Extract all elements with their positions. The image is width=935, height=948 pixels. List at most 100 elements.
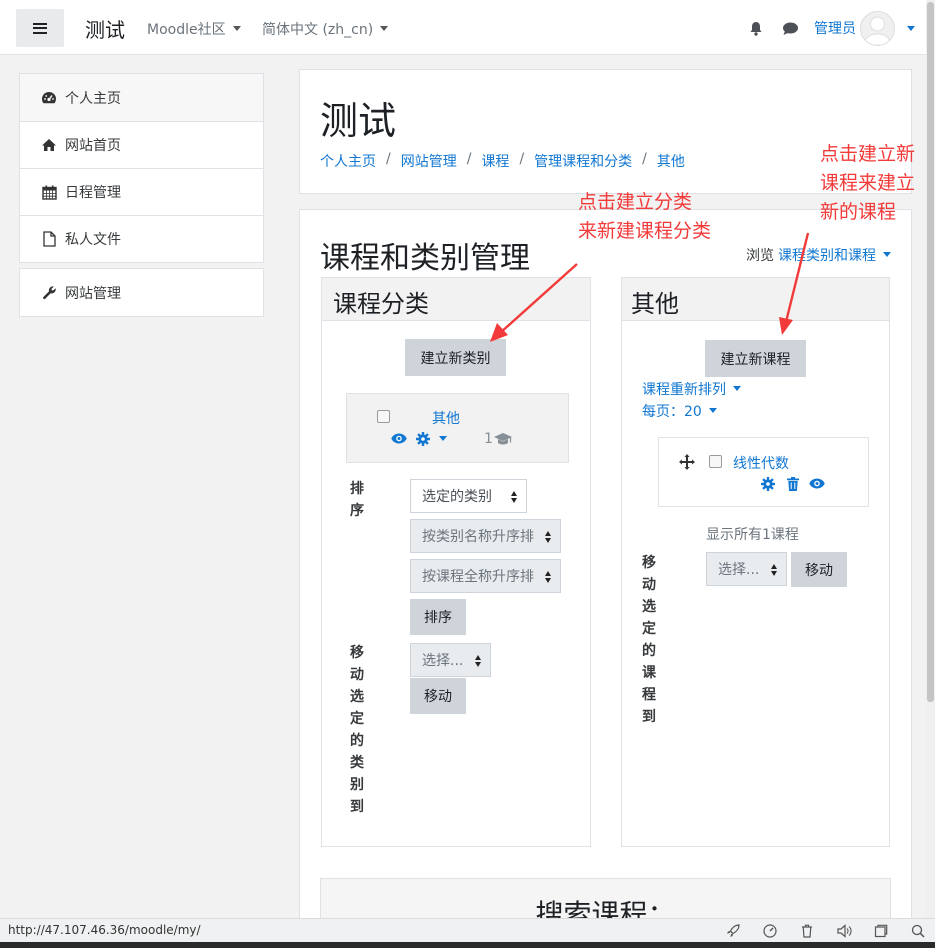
trash-icon[interactable] [798, 922, 816, 940]
breadcrumb: 个人主页 / 网站管理 / 课程 / 管理课程和分类 / 其他 [320, 151, 685, 171]
move-categories-button[interactable]: 移动 [410, 678, 466, 714]
community-menu-label: Moodle社区 [147, 22, 226, 38]
trash-icon[interactable] [787, 477, 799, 491]
taskbar-strip [0, 942, 935, 948]
category-list-item: 其他 1 [346, 393, 569, 463]
status-url: http://47.107.46.36/moodle/my/ [8, 923, 201, 937]
user-menu-chevron-icon[interactable] [907, 25, 915, 31]
view-mode-value: 课程类别和课程 [778, 248, 876, 264]
select-arrows-icon [511, 491, 518, 503]
site-name[interactable]: 测试 [85, 14, 125, 43]
select-value: 选择... [718, 562, 760, 578]
chat-icon[interactable] [780, 18, 800, 38]
course-management-region: 课程和类别管理 浏览 课程类别和课程 课程分类 建立新类别 其他 1 排序 选定的… [299, 209, 912, 929]
sidebar-item-label: 个人主页 [65, 90, 121, 107]
select-arrows-icon [545, 531, 552, 543]
chevron-down-icon [232, 26, 241, 31]
sidebar-item-label: 网站首页 [65, 138, 121, 154]
breadcrumb-item[interactable]: 个人主页 [320, 151, 376, 171]
eye-icon[interactable] [391, 433, 407, 444]
annotation-new-course: 点击建立新 课程来建立 新的课程 [820, 143, 916, 223]
language-menu[interactable]: 简体中文 (zh_cn) [262, 19, 389, 39]
zoom-icon[interactable] [909, 922, 927, 940]
category-checkbox[interactable] [377, 410, 390, 423]
course-resort-label: 课程重新排列 [642, 382, 726, 398]
sidebar-item-private-files[interactable]: 私人文件 [20, 215, 263, 262]
sidebar-item-site-home[interactable]: 网站首页 [20, 121, 263, 168]
window-icon[interactable] [872, 922, 890, 940]
view-mode-label: 浏览 [746, 248, 774, 264]
sort-target-select[interactable]: 选定的类别 [410, 479, 527, 513]
speed-icon[interactable] [761, 922, 779, 940]
category-panel-title: 课程分类 [322, 278, 590, 321]
select-value: 按课程全称升序排 [422, 569, 534, 585]
wrench-icon [41, 285, 57, 301]
course-checkbox[interactable] [709, 455, 722, 468]
graduation-cap-icon [493, 432, 513, 446]
move-courses-label: 移动选定的课程到 [642, 555, 656, 725]
select-arrows-icon [545, 571, 552, 583]
move-course-target-select[interactable]: 选择... [706, 552, 787, 586]
show-all-courses-text: 显示所有1课程 [706, 527, 799, 543]
sidebar-item-site-admin[interactable]: 网站管理 [20, 269, 263, 316]
course-list-item: 线性代数 [658, 437, 869, 507]
create-course-button[interactable]: 建立新课程 [705, 340, 806, 377]
per-page-label: 每页：20 [642, 404, 702, 420]
select-value: 选择... [422, 653, 464, 669]
sort-by-category-name-select[interactable]: 按类别名称升序排 [410, 519, 561, 553]
sidebar-item-dashboard[interactable]: 个人主页 [20, 74, 263, 121]
course-name-link[interactable]: 线性代数 [733, 453, 789, 473]
breadcrumb-item[interactable]: 其他 [657, 151, 685, 171]
sidebar-item-label: 日程管理 [65, 185, 121, 201]
top-navbar: 测试 Moodle社区 简体中文 (zh_cn) 管理员 [0, 0, 935, 55]
chevron-down-icon[interactable] [439, 436, 447, 441]
browser-status-bar: http://47.107.46.36/moodle/my/ [0, 918, 935, 942]
move-category-target-select[interactable]: 选择... [410, 643, 491, 677]
gear-icon[interactable] [416, 432, 430, 446]
avatar[interactable] [860, 10, 895, 46]
chevron-down-icon [708, 408, 717, 413]
sort-label: 排序 [350, 481, 364, 519]
rocket-icon[interactable] [724, 922, 742, 940]
view-mode-menu[interactable]: 浏览 课程类别和课程 [746, 245, 891, 265]
breadcrumb-item[interactable]: 网站管理 [401, 151, 457, 171]
course-panel-title: 其他 [622, 278, 889, 321]
page-scrollbar[interactable] [926, 0, 935, 920]
community-menu[interactable]: Moodle社区 [147, 19, 241, 39]
scrollbar-thumb[interactable] [927, 2, 934, 702]
section-title: 课程和类别管理 [320, 241, 530, 276]
sidebar-admin-nav: 网站管理 [19, 268, 264, 317]
breadcrumb-item[interactable]: 管理课程和分类 [534, 151, 632, 171]
sidebar-item-calendar[interactable]: 日程管理 [20, 168, 263, 215]
dashboard-icon [41, 90, 57, 106]
sort-button[interactable]: 排序 [410, 599, 466, 635]
sidebar: 个人主页 网站首页 日程管理 私人文件 网站管理 [19, 73, 264, 322]
calendar-icon [41, 184, 57, 200]
per-page-menu[interactable]: 每页：20 [642, 401, 717, 421]
breadcrumb-item[interactable]: 课程 [481, 151, 509, 171]
chevron-down-icon [380, 26, 389, 31]
language-menu-label: 简体中文 (zh_cn) [262, 22, 374, 38]
breadcrumb-separator: / [466, 151, 472, 167]
breadcrumb-separator: / [519, 151, 525, 167]
chevron-down-icon [733, 386, 741, 391]
gear-icon[interactable] [761, 477, 775, 491]
category-name-link[interactable]: 其他 [432, 408, 460, 428]
sidebar-main-nav: 个人主页 网站首页 日程管理 私人文件 [19, 73, 264, 263]
nav-drawer-toggle-button[interactable] [16, 9, 64, 47]
category-panel: 课程分类 建立新类别 其他 1 排序 选定的类别 按类别名称升序排 按课程全称升… [321, 277, 591, 847]
chevron-down-icon [883, 252, 891, 257]
create-category-button[interactable]: 建立新类别 [405, 339, 506, 376]
file-icon [41, 231, 57, 247]
select-arrows-icon [475, 655, 482, 667]
move-categories-label: 移动选定的类别到 [350, 645, 364, 815]
move-courses-button[interactable]: 移动 [791, 552, 847, 587]
course-resort-menu[interactable]: 课程重新排列 [642, 379, 741, 399]
bell-icon[interactable] [746, 18, 766, 38]
eye-icon[interactable] [809, 478, 825, 489]
speaker-icon[interactable] [835, 922, 853, 940]
user-name[interactable]: 管理员 [814, 18, 856, 38]
sort-by-course-fullname-select[interactable]: 按课程全称升序排 [410, 559, 561, 593]
move-arrows-icon[interactable] [679, 454, 695, 470]
sidebar-item-label: 私人文件 [65, 232, 121, 248]
